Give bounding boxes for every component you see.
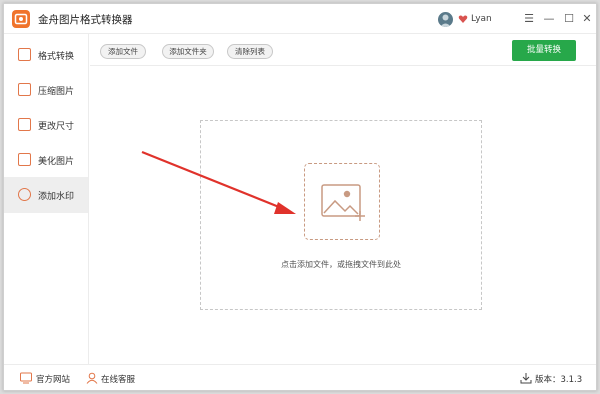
version-label: 版本：3.1.3 [535, 375, 583, 385]
website-link[interactable]: 官方网站 [36, 373, 70, 385]
sidebar-item-label: 格式转换 [38, 52, 75, 62]
sidebar-item-watermark[interactable]: 添加水印 [4, 177, 88, 213]
sidebar-item-label: 压缩图片 [38, 87, 75, 97]
compress-icon [18, 83, 31, 96]
title-bar: 金舟图片格式转换器 Lyan ☰ — ☐ ✕ [4, 4, 596, 34]
sidebar-item-label: 美化图片 [38, 157, 75, 167]
username[interactable]: Lyan [471, 14, 492, 24]
sidebar: 格式转换 压缩图片 更改尺寸 美化图片 添加水印 [4, 34, 89, 364]
format-convert-icon [18, 48, 31, 61]
clear-list-button[interactable]: 清除列表 [227, 44, 273, 59]
sidebar-item-resize[interactable]: 更改尺寸 [4, 107, 88, 143]
user-avatar[interactable] [438, 12, 453, 27]
sidebar-item-label: 添加水印 [38, 192, 75, 202]
sidebar-item-beautify[interactable]: 美化图片 [4, 142, 88, 178]
batch-convert-button[interactable]: 批量转换 [512, 40, 576, 61]
drop-hint-text: 点击添加文件，或拖拽文件到此处 [281, 260, 401, 269]
add-image-icon [321, 184, 365, 221]
beautify-icon [18, 153, 31, 166]
sidebar-item-label: 更改尺寸 [38, 122, 75, 132]
customer-service-icon [86, 372, 98, 384]
watermark-icon [18, 188, 31, 201]
add-folder-button[interactable]: 添加文件夹 [162, 44, 214, 59]
maximize-button[interactable]: ☐ [560, 10, 578, 28]
footer: 官方网站 在线客服 版本：3.1.3 [4, 364, 596, 390]
menu-icon[interactable]: ☰ [520, 10, 538, 28]
sidebar-item-compress[interactable]: 压缩图片 [4, 72, 88, 108]
support-link[interactable]: 在线客服 [101, 373, 135, 385]
minimize-button[interactable]: — [540, 10, 558, 28]
close-button[interactable]: ✕ [578, 10, 596, 28]
toolbar: 添加文件 添加文件夹 清除列表 批量转换 [90, 34, 596, 66]
add-file-button[interactable]: 添加文件 [100, 44, 146, 59]
app-logo-icon [12, 10, 30, 28]
resize-icon [18, 118, 31, 131]
add-image-button[interactable] [304, 163, 380, 240]
app-title: 金舟图片格式转换器 [38, 14, 133, 26]
download-icon [520, 373, 532, 384]
app-window: 金舟图片格式转换器 Lyan ☰ — ☐ ✕ 格式转换 压缩图片 更改尺寸 美化… [3, 3, 597, 391]
sidebar-item-format-convert[interactable]: 格式转换 [4, 37, 88, 73]
vip-heart-icon [458, 15, 468, 23]
monitor-icon [20, 372, 32, 384]
